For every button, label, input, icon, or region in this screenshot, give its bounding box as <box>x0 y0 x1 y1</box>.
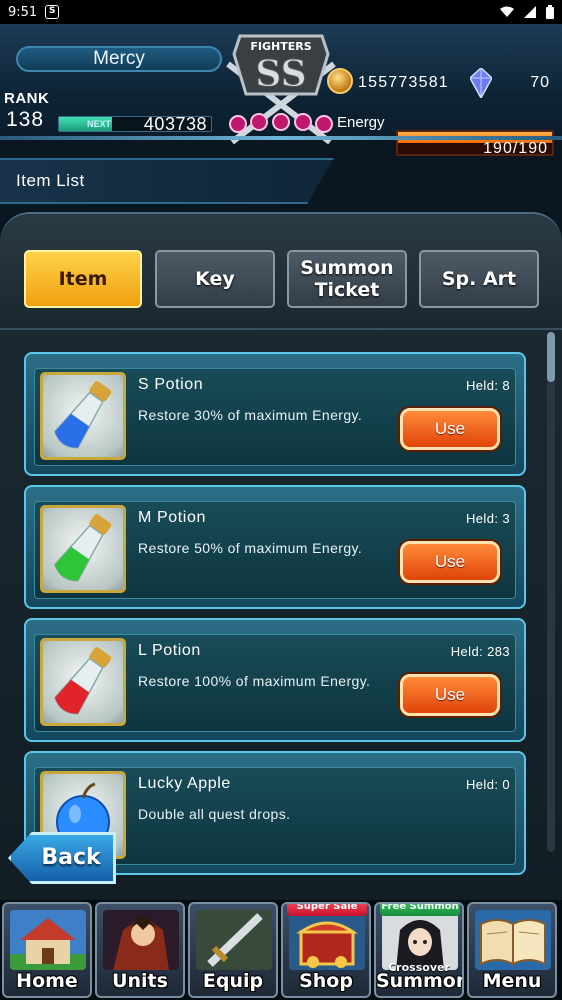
nav-label: Home <box>16 970 78 992</box>
player-name[interactable]: Mercy <box>16 46 222 72</box>
item-description: Double all quest drops. <box>138 806 291 822</box>
item-held-count: Held: 3 <box>466 511 510 526</box>
battery-icon <box>546 5 554 19</box>
hero-icon <box>103 910 179 970</box>
nav-badge: Free Summon <box>380 904 460 916</box>
gem-icon <box>470 68 492 98</box>
item-name: Lucky Apple <box>138 775 231 792</box>
tab-key[interactable]: Key <box>155 250 275 308</box>
nav-shop[interactable]: Super Sale Shop <box>281 902 371 998</box>
rank-value: 138 <box>6 108 45 131</box>
page-title: Item List <box>16 171 85 190</box>
nav-label: Summon <box>376 970 464 992</box>
exp-bar: NEXT 403738 <box>58 114 212 134</box>
nav-summon[interactable]: Free Summon Crossover Summon <box>374 902 464 998</box>
item-name: L Potion <box>138 642 201 659</box>
rank-label: RANK <box>4 90 50 107</box>
energy-label: Energy <box>337 114 385 131</box>
item-name: S Potion <box>138 376 204 393</box>
emblem-grade: SS <box>255 53 306 95</box>
item-list-panel: Item Key Summon Ticket Sp. Art S Potion … <box>0 212 562 902</box>
tab-sp-art[interactable]: Sp. Art <box>419 250 539 308</box>
nav-home[interactable]: Home <box>2 902 92 998</box>
nav-units[interactable]: Units <box>95 902 185 998</box>
exp-to-next: 403738 <box>143 114 207 134</box>
nav-equip[interactable]: Equip <box>188 902 278 998</box>
player-hud: Mercy RANK 138 NEXT 403738 FIGHTERS SS 1… <box>0 24 562 157</box>
list-item: M Potion Held: 3 Restore 50% of maximum … <box>24 485 526 609</box>
tab-item[interactable]: Item <box>24 250 142 308</box>
next-label: NEXT <box>87 119 112 129</box>
energy-value: 190/190 <box>483 140 548 157</box>
fighters-ss-emblem-icon: FIGHTERS SS <box>226 34 336 144</box>
item-held-count: Held: 283 <box>450 644 510 659</box>
item-list: S Potion Held: 8 Restore 30% of maximum … <box>24 352 528 904</box>
use-button[interactable]: Use <box>400 408 500 450</box>
bottom-nav: Home Units Equip Super Sale Shop Free Su… <box>0 900 562 1000</box>
page-title-banner: Item List <box>0 158 334 204</box>
coins-value: 155773581 <box>358 74 449 91</box>
system-status-bar: 9:51 S <box>0 0 562 24</box>
notification-icon: S <box>45 5 60 19</box>
use-button[interactable]: Use <box>400 674 500 716</box>
item-held-count: Held: 0 <box>466 777 510 792</box>
tab-bar: Item Key Summon Ticket Sp. Art <box>0 214 562 330</box>
scrollbar-thumb[interactable] <box>547 332 555 382</box>
wifi-icon <box>500 6 514 17</box>
nav-badge: Super Sale <box>287 904 367 916</box>
nav-label: Units <box>112 970 168 992</box>
list-item: L Potion Held: 283 Restore 100% of maxim… <box>24 618 526 742</box>
clock: 9:51 <box>8 4 38 20</box>
item-description: Restore 30% of maximum Energy. <box>138 407 363 423</box>
nav-label: Equip <box>202 970 264 992</box>
energy-bar: 190/190 <box>396 130 554 157</box>
item-held-count: Held: 8 <box>466 378 510 393</box>
signal-icon <box>524 6 536 18</box>
house-icon <box>10 910 86 970</box>
list-item: S Potion Held: 8 Restore 30% of maximum … <box>24 352 526 476</box>
emblem-label: FIGHTERS <box>250 40 311 53</box>
item-description: Restore 50% of maximum Energy. <box>138 540 363 556</box>
nav-menu[interactable]: Menu <box>467 902 557 998</box>
potion-icon <box>40 505 126 593</box>
book-icon <box>475 910 551 970</box>
nav-label: Shop <box>299 970 353 992</box>
item-description: Restore 100% of maximum Energy. <box>138 673 371 689</box>
coin-icon <box>327 68 353 94</box>
use-button[interactable]: Use <box>400 541 500 583</box>
nav-label: Menu <box>482 970 542 992</box>
potion-icon <box>40 638 126 726</box>
scrollbar[interactable] <box>547 332 555 852</box>
treasure-chest-icon <box>289 910 365 970</box>
item-name: M Potion <box>138 509 206 526</box>
sword-icon <box>196 910 272 970</box>
tab-summon-ticket[interactable]: Summon Ticket <box>287 250 407 308</box>
gems-value: 70 <box>530 74 550 91</box>
potion-icon <box>40 372 126 460</box>
